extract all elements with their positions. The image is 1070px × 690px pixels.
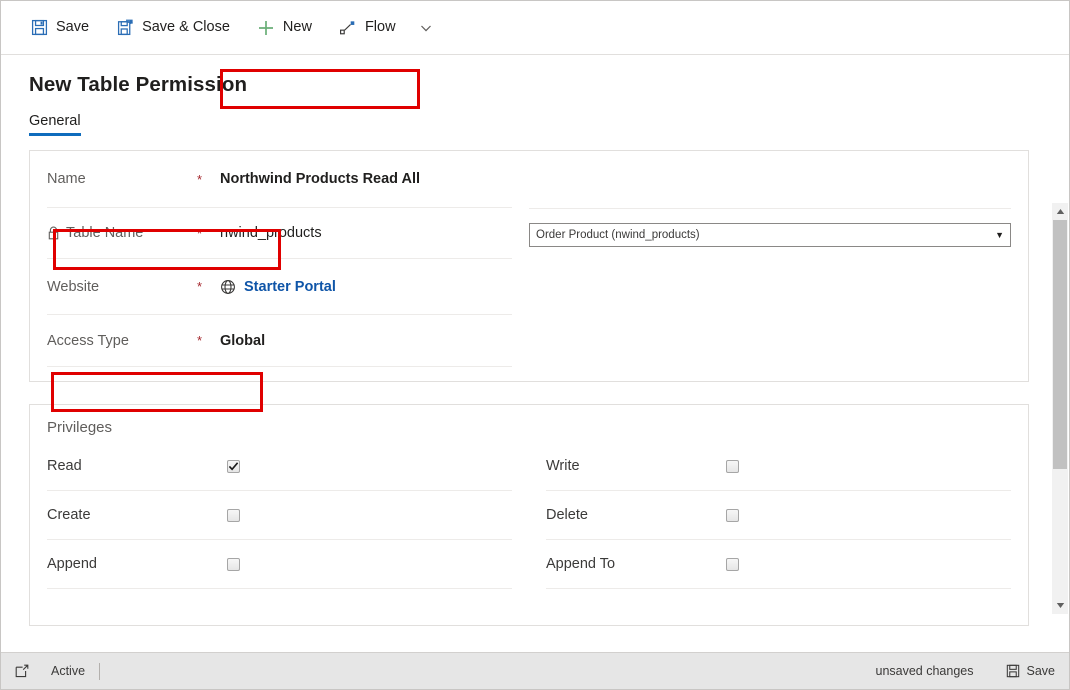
form-content: New Table Permission General Name * Nort… (1, 55, 1069, 652)
privilege-create-label: Create (47, 507, 91, 523)
table-name-dropdown-value: Order Product (nwind_products) (536, 229, 700, 241)
field-row-access-type: Access Type * Global (47, 315, 512, 366)
new-plus-icon (256, 18, 276, 38)
privilege-row-delete: Delete (546, 491, 1011, 540)
website-field-value[interactable]: Starter Portal (213, 279, 336, 295)
save-icon (29, 18, 49, 38)
page-title: New Table Permission (29, 73, 248, 96)
privileges-section-title: Privileges (47, 419, 113, 436)
open-in-new-window-icon[interactable] (15, 664, 29, 678)
tab-strip: General (29, 113, 1069, 136)
privilege-append-to-checkbox[interactable] (726, 557, 739, 571)
privilege-create-checkbox[interactable] (227, 508, 240, 522)
scroll-up-arrow-icon[interactable] (1052, 203, 1068, 220)
privileges-section-card: Privileges Read Create Append Write Dele… (29, 404, 1029, 626)
status-save-button[interactable]: Save (1006, 664, 1056, 678)
checkmark-icon (228, 461, 239, 471)
access-type-field-value[interactable]: Global (213, 333, 265, 349)
scroll-down-arrow-icon[interactable] (1052, 597, 1068, 614)
caret-down-icon: ▼ (995, 230, 1004, 240)
general-right-column: Order Product (nwind_products) ▼ (529, 151, 1028, 367)
form-scroll-region: Name * Northwind Products Read All Table… (1, 150, 1069, 652)
name-field-value[interactable]: Northwind Products Read All (213, 171, 420, 187)
scrollbar-track[interactable] (1052, 220, 1068, 597)
unsaved-changes-label: unsaved changes (875, 664, 974, 678)
privilege-delete-label: Delete (546, 507, 588, 523)
field-row-table-name: Table Name * nwind_products (47, 208, 512, 259)
access-type-row-divider (47, 366, 512, 367)
access-type-field-label: Access Type (47, 332, 129, 349)
table-dropdown-wrap: Order Product (nwind_products) ▼ (529, 209, 1028, 247)
privilege-write-label: Write (546, 458, 580, 474)
save-and-close-button[interactable]: Save & Close (105, 11, 240, 45)
record-state-label: Active (51, 664, 86, 678)
scrollbar-thumb[interactable] (1053, 220, 1067, 469)
field-row-website: Website * Starter Portal (47, 259, 512, 315)
status-divider (99, 662, 101, 680)
privilege-read-label: Read (47, 458, 82, 474)
privilege-row-write: Write (546, 442, 1011, 491)
privilege-row-append: Append (47, 540, 512, 589)
save-and-close-button-label: Save & Close (142, 19, 230, 36)
lock-icon (47, 226, 60, 240)
name-field-label: Name (47, 171, 86, 187)
privilege-row-read: Read (47, 442, 512, 491)
vertical-scrollbar[interactable] (1051, 203, 1068, 614)
save-button[interactable]: Save (19, 11, 99, 45)
table-name-required-asterisk: * (197, 225, 203, 241)
command-bar: Save Save & Close New Flow (1, 1, 1069, 55)
new-button[interactable]: New (246, 11, 322, 45)
privilege-delete-checkbox[interactable] (726, 508, 739, 522)
status-save-label: Save (1026, 664, 1056, 678)
privileges-right-column: Write Delete Append To (529, 442, 1028, 589)
website-field-label: Website (47, 278, 100, 295)
table-name-field-label-text: Table Name (66, 225, 144, 241)
table-name-field-label: Table Name (47, 225, 197, 241)
tab-general[interactable]: General (29, 113, 81, 136)
name-required-asterisk: * (197, 171, 203, 187)
privilege-row-create: Create (47, 491, 512, 540)
save-button-label: Save (56, 19, 90, 36)
flow-button[interactable]: Flow (328, 11, 406, 45)
new-button-label: New (282, 19, 312, 36)
privilege-read-checkbox[interactable] (227, 459, 240, 473)
privilege-write-checkbox[interactable] (726, 459, 739, 473)
save-icon (1006, 664, 1020, 678)
table-permission-form-window: Save Save & Close New Flow New Table Per… (0, 0, 1070, 690)
privileges-left-column: Read Create Append (30, 442, 529, 589)
chevron-down-icon[interactable] (412, 11, 440, 45)
access-type-required-asterisk: * (197, 333, 203, 348)
tab-general-label: General (29, 113, 81, 129)
field-row-name: Name * Northwind Products Read All (47, 151, 512, 208)
globe-icon (220, 279, 236, 295)
privilege-append-to-label: Append To (546, 556, 616, 572)
privilege-append-label: Append (47, 556, 97, 572)
website-required-asterisk: * (197, 279, 203, 294)
table-name-field-value[interactable]: nwind_products (213, 225, 322, 241)
website-field-value-text: Starter Portal (244, 278, 336, 295)
general-left-column: Name * Northwind Products Read All Table… (30, 151, 529, 367)
general-section-card: Name * Northwind Products Read All Table… (29, 150, 1029, 382)
status-bar: Active unsaved changes Save (1, 652, 1069, 689)
privilege-row-append-to: Append To (546, 540, 1011, 589)
table-name-dropdown[interactable]: Order Product (nwind_products) ▼ (529, 223, 1011, 247)
flow-button-label: Flow (364, 19, 396, 36)
flow-icon (338, 18, 358, 38)
right-column-top-divider (529, 151, 1011, 209)
save-and-close-icon (115, 18, 135, 38)
privilege-append-checkbox[interactable] (227, 557, 240, 571)
